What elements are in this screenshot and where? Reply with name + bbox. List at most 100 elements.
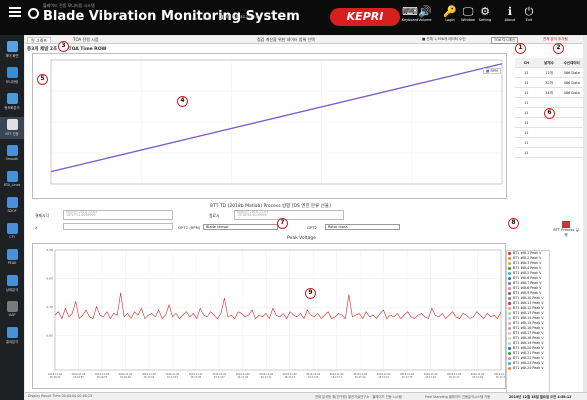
opt1-select[interactable]: Blade sensor	[203, 224, 278, 230]
sidebar-item-4[interactable]: Smooth	[0, 143, 24, 165]
x-tick-label: 15:16:55	[73, 376, 84, 379]
toa-chart[interactable]	[32, 53, 507, 199]
sidebar-item-6[interactable]: SDOF	[0, 195, 24, 217]
callout-1: 1	[515, 43, 526, 54]
add-analysis-button[interactable]: 전체 분석 추가됨	[543, 37, 568, 42]
table-row[interactable]: 11	[515, 118, 583, 128]
btt-process-button[interactable]: BTT Process 실행	[553, 221, 579, 238]
table-cell: 11	[524, 91, 529, 95]
table-cell: 11	[524, 121, 529, 125]
sidebar-item-9[interactable]: 상태분석	[0, 273, 24, 295]
start-time-field[interactable]: 마침시간 2019-11-02 15:17:11:6099999	[63, 210, 173, 220]
x-tick-label: 15:16:59	[120, 376, 131, 379]
table-cell: 466 Data	[563, 91, 580, 95]
sidebar-icon	[6, 41, 18, 52]
sidebar-item-8[interactable]: PEAK	[0, 247, 24, 269]
sidebar-item-3[interactable]: BTT 진동	[0, 117, 24, 139]
sidebar-item-label: PEAK	[7, 261, 17, 265]
window-button[interactable]: 🖵 Window	[459, 5, 477, 22]
sidebar-item-0[interactable]: 제어 화면	[0, 39, 24, 61]
sidebar-item-2[interactable]: 동조화분석	[0, 91, 24, 113]
sidebar-item-11[interactable]: 결과분석	[0, 325, 24, 347]
x-tick-label: 15:17:15	[308, 376, 319, 379]
tab-toa[interactable]: TOA 전원 시점	[70, 37, 102, 43]
data-count-caption: ■ 전체 1,398개 데이터 수신	[422, 37, 466, 41]
opt2-select[interactable]: Rotor mass	[325, 224, 400, 230]
callout-9: 9	[305, 288, 316, 299]
legend-swatch	[508, 332, 511, 335]
auto-refresh-label: 화면 자동새로고침(5초)	[225, 15, 261, 19]
callout-4: 4	[177, 96, 188, 107]
sidebar-item-7[interactable]: CFI	[0, 221, 24, 243]
sidebar-item-label: 모니터링	[5, 80, 19, 84]
start-time-label: 결제시각	[35, 213, 49, 218]
x-field[interactable]	[63, 223, 173, 230]
x-tick-label: 15:17:29	[472, 376, 483, 379]
table-cell	[560, 138, 583, 147]
app-version: version 1.0	[192, 17, 212, 21]
about-button[interactable]: ℹ About	[501, 5, 519, 22]
x-tick-label: 15:17:09	[237, 376, 248, 379]
table-row[interactable]: 11	[515, 98, 583, 108]
login-button[interactable]: 🔑 Login	[441, 5, 459, 22]
legend-swatch	[508, 302, 511, 305]
table-row[interactable]: 11 34개 466 Data	[515, 88, 583, 98]
x-tick-label: 15:17:11	[261, 376, 272, 379]
x-tick-label: 15:17:05	[190, 376, 201, 379]
window-label: Window	[461, 18, 475, 22]
legend-swatch	[508, 287, 511, 290]
legend-swatch	[508, 322, 511, 325]
volume-button[interactable]: 🔊 Volume	[416, 5, 434, 22]
sidebar-item-10[interactable]: GAP	[0, 299, 24, 321]
end-time-field[interactable]: 마침시간 2019-11-02 15:18:49:9009999	[234, 210, 344, 220]
table-row[interactable]: 11 32개 466 Data	[515, 78, 583, 88]
table-cell	[538, 118, 561, 127]
table-cell: 11	[524, 131, 529, 135]
sidebar-item-5[interactable]: BTA_Lines	[0, 169, 24, 191]
legend-swatch	[508, 342, 511, 345]
legend-swatch	[508, 327, 511, 330]
table-cell: 466 Data	[563, 81, 580, 85]
menu-icon[interactable]	[9, 7, 21, 9]
table-header: CH 날개수 수신데이터	[515, 58, 583, 68]
tab-graph[interactable]: 원 그래프	[27, 37, 51, 43]
table-cell	[560, 128, 583, 137]
x-tick-label: 15:17:25	[425, 376, 436, 379]
exit-label: Exit	[525, 18, 533, 22]
monitor-icon: 🖵	[462, 5, 474, 18]
sidebar-item-label: GAP	[8, 313, 16, 317]
setting-button[interactable]: ⚙ Setting	[476, 5, 494, 22]
legend-swatch	[508, 262, 511, 265]
x-tick-label: 15:16:57	[97, 376, 108, 379]
legend-swatch	[508, 337, 511, 340]
setting-label: Setting	[478, 18, 492, 22]
column-header: 날개수	[544, 61, 554, 65]
legend-item[interactable]: BT1 #8L24 Peak V	[507, 366, 549, 371]
sidebar-icon	[6, 171, 18, 182]
exit-button[interactable]: ⏻ Exit	[520, 5, 538, 22]
x-tick-label: 15:17:07	[214, 376, 225, 379]
app-logo-icon	[28, 8, 39, 19]
table-row[interactable]: 11	[515, 138, 583, 148]
sidebar-icon	[6, 301, 18, 312]
end-time-label: 종료시	[209, 213, 220, 218]
table-row[interactable]: 11 12개 466 Data	[515, 68, 583, 78]
sidebar-icon	[6, 249, 18, 260]
x-tick-label: 15:17:23	[402, 376, 413, 379]
sidebar-item-label: SDOF	[7, 209, 17, 213]
title-bar: 블레이드 진동 모니터링 시스템 Blade Vibration Monitor…	[0, 0, 587, 35]
callout-3: 3	[58, 41, 69, 52]
status-datetime: 2019년 12월 18일 월요일 오전 4:58:12	[509, 395, 572, 399]
sidebar-item-1[interactable]: 모니터링	[0, 65, 24, 87]
sidebar-item-label: 제어 화면	[5, 54, 19, 58]
sidebar-item-label: 상태분석	[5, 288, 19, 292]
top-legend-label: RPM	[490, 69, 498, 73]
app-title: Blade Vibration Monitoring System	[43, 9, 300, 24]
toa-recalc-button[interactable]: TOA 다시계산	[491, 37, 519, 44]
auto-refresh-checkbox[interactable]: 화면 자동새로고침(5초)	[219, 15, 260, 20]
x-label: X	[35, 225, 38, 230]
table-row[interactable]: 11	[515, 148, 583, 158]
legend-swatch	[508, 257, 511, 260]
peak-voltage-chart[interactable]: 0.500.600.700.802019-11-0215:16:532019-1…	[32, 243, 506, 389]
table-row[interactable]: 11	[515, 128, 583, 138]
